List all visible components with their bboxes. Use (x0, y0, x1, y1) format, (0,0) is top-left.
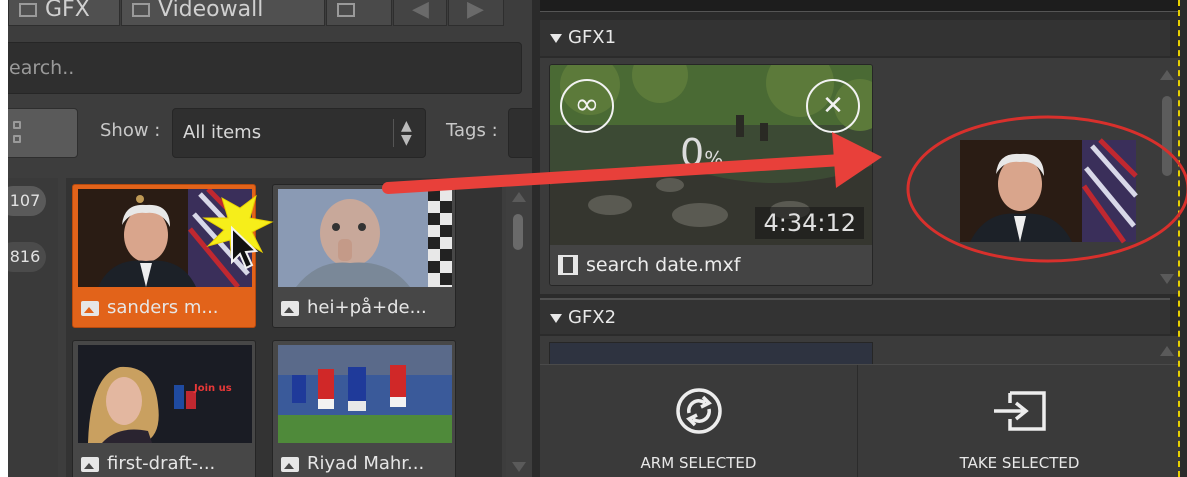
timecode: 4:34:12 (755, 207, 864, 239)
thumbnail-hei (278, 189, 452, 287)
scroll-down-arrow-icon (1160, 274, 1174, 284)
clip-card[interactable]: ∞ ✕ 0% 4:34:12 search date.mxf (549, 64, 873, 286)
folder-list: 107 816 (8, 178, 58, 477)
arm-selected-label: ARM SELECTED (640, 454, 757, 472)
media-name: first-draft-... (107, 453, 216, 474)
tags-filter-input[interactable] (508, 108, 532, 158)
tab-scroll-left-button[interactable]: ◀ (393, 0, 447, 26)
search-field (8, 42, 522, 94)
media-tile-riyad[interactable]: Riyad Mahr... (272, 340, 456, 477)
clip-name-bar: search date.mxf (550, 245, 872, 285)
search-input[interactable] (9, 51, 499, 85)
scroll-thumb[interactable] (513, 214, 523, 250)
progress-value: 0 (680, 131, 705, 175)
media-browser-panel: GFX Videowall ◀ ▶ Show : All items ▲▼ Ta… (8, 0, 532, 477)
tab-scroll-right-button[interactable]: ▶ (448, 0, 504, 26)
show-filter-select[interactable]: All items ▲ ▼ (172, 108, 426, 158)
media-name: Riyad Mahr... (307, 453, 425, 474)
tags-filter-label: Tags : (446, 120, 498, 141)
folder-count-badge[interactable]: 107 (8, 186, 46, 216)
take-selected-button[interactable]: TAKE SELECTED (859, 365, 1180, 477)
action-bar: ARM SELECTED TAKE SELECTED (540, 364, 1180, 477)
image-icon (281, 301, 299, 316)
thumbnail-riyad (278, 345, 452, 443)
layer-gfx1-scrollbar[interactable] (1154, 58, 1180, 294)
chevron-right-icon: ▶ (467, 0, 484, 22)
layer-header-gfx2[interactable]: GFX2 (540, 298, 1170, 334)
tab-gfx[interactable]: GFX (8, 0, 120, 26)
image-icon (281, 457, 299, 472)
media-tile-sanders[interactable]: sanders m... (72, 184, 256, 328)
scroll-up-arrow-icon (1160, 70, 1174, 80)
scroll-down-arrow-icon (512, 462, 526, 472)
thumbnail-first-draft: Join us (78, 345, 252, 443)
chevron-left-icon: ◀ (412, 0, 429, 22)
layer-name: GFX2 (568, 307, 617, 328)
layout-tab-icon (337, 3, 355, 17)
tab-layout[interactable] (326, 0, 392, 26)
playout-panel: GFX1 ∞ ✕ 0% 4:34:12 search date.mxf GFX2… (532, 0, 1187, 477)
take-icon (993, 391, 1046, 431)
show-filter-label: Show : (100, 120, 161, 141)
tab-videowall-label: Videowall (158, 0, 264, 22)
select-divider (393, 119, 394, 147)
scroll-up-arrow-icon (512, 192, 526, 202)
close-icon: ✕ (822, 91, 844, 121)
screenshot-stage: GFX Videowall ◀ ▶ Show : All items ▲▼ Ta… (0, 0, 1187, 477)
media-tile-first-draft[interactable]: Join us first-draft-... (72, 340, 256, 477)
thumbnail-sanders (78, 189, 252, 287)
collapse-triangle-icon (550, 313, 562, 323)
collapse-triangle-icon (550, 33, 562, 43)
take-selected-label: TAKE SELECTED (959, 454, 1080, 472)
close-clip-button[interactable]: ✕ (806, 79, 860, 133)
image-icon (81, 457, 99, 472)
layer-header-gfx1[interactable]: GFX1 (540, 20, 1170, 56)
clip-name: search date.mxf (586, 254, 741, 276)
grid-view-button[interactable] (8, 108, 78, 158)
media-grid-scrollbar[interactable] (506, 178, 532, 477)
arm-icon (675, 388, 722, 434)
scroll-thumb[interactable] (1162, 96, 1172, 176)
guide-dashed-line (1178, 0, 1180, 477)
gfx-tab-icon (19, 3, 37, 17)
infinity-icon: ∞ (574, 87, 600, 122)
media-tile-label: first-draft-... (73, 445, 255, 477)
panel-top-strip (540, 0, 1180, 12)
loop-button[interactable]: ∞ (560, 79, 614, 133)
arm-selected-button[interactable]: ARM SELECTED (540, 365, 858, 477)
videowall-tab-icon (132, 3, 150, 17)
grid-icon (13, 135, 21, 143)
grid-icon (13, 121, 21, 129)
tab-videowall[interactable]: Videowall (121, 0, 325, 26)
progress-unit: % (704, 147, 724, 171)
folder-count-badge[interactable]: 816 (8, 242, 46, 272)
progress-readout: 0% (680, 131, 723, 175)
layer-gfx2-scrollbar[interactable] (1154, 336, 1180, 366)
layer-gfx1: ∞ ✕ 0% 4:34:12 search date.mxf (540, 58, 1154, 294)
media-grid: sanders m... hei+på+de... Join us first-… (66, 178, 502, 477)
film-icon (558, 255, 578, 275)
image-icon (81, 301, 99, 316)
show-filter-value: All items (183, 122, 262, 143)
media-tile-label: hei+på+de... (273, 289, 455, 327)
scroll-up-arrow-icon (1160, 346, 1174, 356)
media-name: hei+på+de... (307, 297, 427, 318)
svg-text:Join us: Join us (193, 383, 232, 394)
media-tile-label: Riyad Mahr... (273, 445, 455, 477)
tab-gfx-label: GFX (45, 0, 90, 22)
layer-gfx2 (540, 336, 1154, 382)
media-name: sanders m... (107, 297, 219, 318)
layer-name: GFX1 (568, 27, 617, 48)
select-updown-icon: ▲ ▼ (401, 118, 412, 148)
media-tile-label: sanders m... (73, 289, 255, 327)
media-tile-hei[interactable]: hei+på+de... (272, 184, 456, 328)
